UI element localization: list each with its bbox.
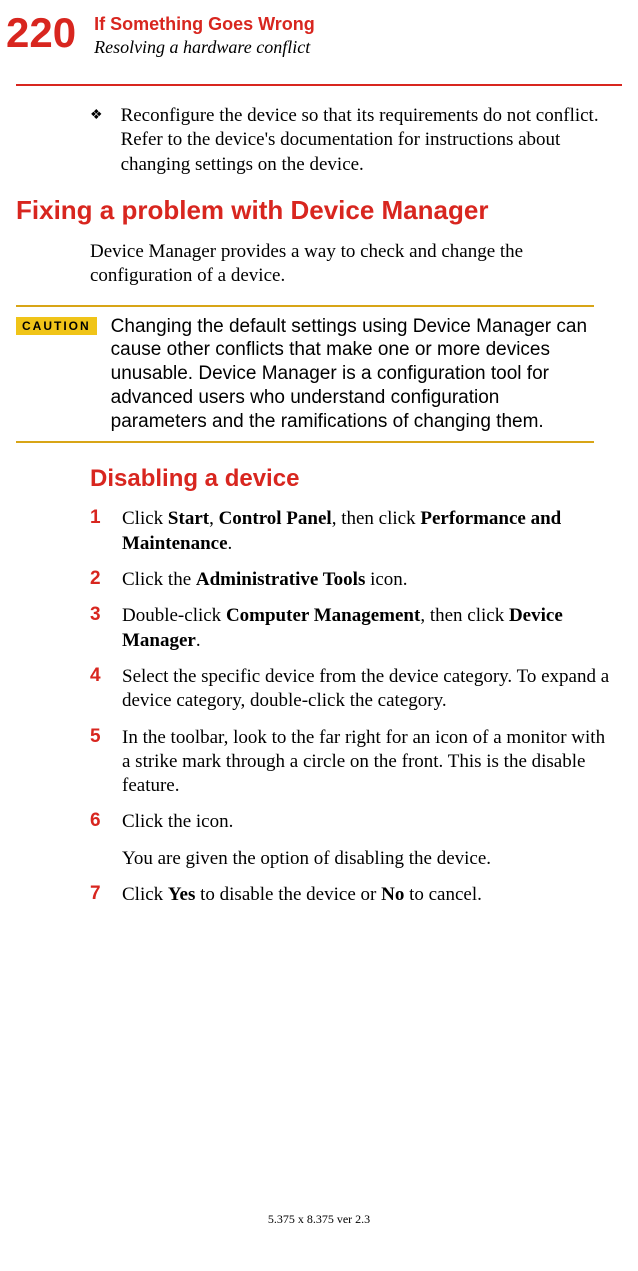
caution-text: Changing the default settings using Devi… — [111, 315, 594, 434]
step-text: Click the Administrative Tools icon. — [122, 568, 408, 592]
step-2: 2 Click the Administrative Tools icon. — [90, 568, 610, 592]
heading-disabling-device: Disabling a device — [90, 465, 610, 493]
step-7: 7 Click Yes to disable the device or No … — [90, 883, 610, 907]
heading-fixing-problem: Fixing a problem with Device Manager — [16, 195, 610, 226]
diamond-bullet-icon: ❖ — [90, 107, 103, 177]
header-rule — [16, 84, 622, 86]
step-text: Select the specific device from the devi… — [122, 665, 610, 714]
page-header: 220 If Something Goes Wrong Resolving a … — [0, 0, 638, 58]
step-1: 1 Click Start, Control Panel, then click… — [90, 507, 610, 556]
step-text: Click Start, Control Panel, then click P… — [122, 507, 610, 556]
step-number: 4 — [90, 665, 122, 714]
bullet-item: ❖ Reconfigure the device so that its req… — [90, 104, 610, 177]
step-number: 7 — [90, 883, 122, 907]
bullet-text: Reconfigure the device so that its requi… — [121, 104, 610, 177]
step-text: Click Yes to disable the device or No to… — [122, 883, 482, 907]
step-4: 4 Select the specific device from the de… — [90, 665, 610, 714]
chapter-title: If Something Goes Wrong — [94, 14, 315, 35]
step-number: 2 — [90, 568, 122, 592]
page-content: ❖ Reconfigure the device so that its req… — [0, 104, 638, 907]
caution-badge: CAUTION — [16, 317, 97, 335]
step-number: 1 — [90, 507, 122, 556]
section-subtitle: Resolving a hardware conflict — [94, 37, 315, 58]
step-text: Click the icon. — [122, 810, 233, 834]
step-6-continuation: You are given the option of disabling th… — [122, 847, 610, 871]
step-text: In the toolbar, look to the far right fo… — [122, 726, 610, 799]
step-number: 5 — [90, 726, 122, 799]
page-number: 220 — [6, 12, 76, 54]
page-footer: 5.375 x 8.375 ver 2.3 — [0, 1212, 638, 1227]
step-number: 6 — [90, 810, 122, 834]
header-titles: If Something Goes Wrong Resolving a hard… — [94, 12, 315, 58]
step-number: 3 — [90, 604, 122, 653]
step-text: Double-click Computer Management, then c… — [122, 604, 610, 653]
step-6: 6 Click the icon. — [90, 810, 610, 834]
intro-paragraph: Device Manager provides a way to check a… — [90, 240, 610, 289]
step-3: 3 Double-click Computer Management, then… — [90, 604, 610, 653]
step-5: 5 In the toolbar, look to the far right … — [90, 726, 610, 799]
caution-box: CAUTION Changing the default settings us… — [16, 305, 594, 444]
